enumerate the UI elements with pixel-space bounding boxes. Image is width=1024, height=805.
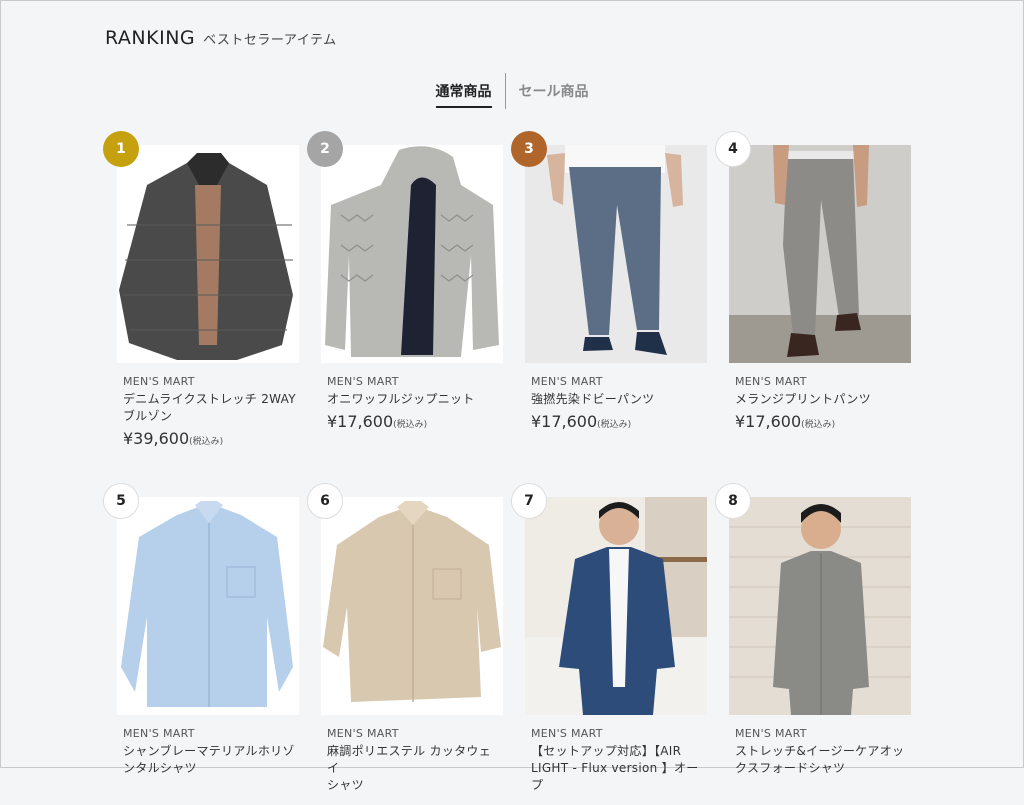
product-card[interactable]: 7 MEN'S MART 【セットアップ対応】【AIR LIGHT - Flux…: [511, 483, 707, 805]
product-brand: MEN'S MART: [735, 375, 807, 388]
product-brand: MEN'S MART: [123, 727, 195, 740]
page-title: RANKING: [105, 27, 196, 49]
product-name-line: オニワッフルジップニット: [327, 392, 475, 406]
tax-note: (税込み): [801, 420, 836, 430]
price-value: ¥39,600: [123, 429, 190, 448]
product-name-line: ストレッチ&イージーケアオッ: [735, 744, 905, 758]
product-brand: MEN'S MART: [123, 375, 195, 388]
product-name[interactable]: メランジプリントパンツ: [735, 391, 911, 408]
ranking-header: RANKING ベストセラーアイテム: [105, 27, 337, 49]
product-image[interactable]: [321, 145, 503, 363]
product-price: ¥17,600(税込み): [735, 412, 911, 431]
product-name[interactable]: デニムライクストレッチ 2WAY ブルゾン: [123, 391, 299, 425]
product-name-line: シャンブレーマテリアルホリゾ: [123, 744, 295, 758]
product-name[interactable]: 【セットアップ対応】【AIR LIGHT - Flux version 】オープ: [531, 743, 707, 794]
product-image[interactable]: [117, 497, 299, 715]
product-grid: 1 MEN'S MART デニムライクストレッチ 2WAY ブルゾン ¥39,6…: [103, 131, 911, 805]
page-subtitle: ベストセラーアイテム: [203, 33, 337, 48]
product-image[interactable]: [729, 145, 911, 363]
product-image[interactable]: [525, 497, 707, 715]
product-name-line: シャツ: [327, 778, 364, 792]
product-name-line: デニムライクストレッチ 2WAY: [123, 392, 296, 406]
product-name[interactable]: 麻調ポリエステル カッタウェイ シャツ: [327, 743, 503, 794]
product-name-line: メランジプリントパンツ: [735, 392, 871, 406]
product-price: ¥17,600(税込み): [327, 412, 503, 431]
product-brand: MEN'S MART: [735, 727, 807, 740]
product-price: ¥39,600(税込み): [123, 429, 299, 448]
tab-sale-items[interactable]: セール商品: [506, 74, 602, 108]
product-name-line: ブルゾン: [123, 409, 173, 423]
product-name-line: 強撚先染ドビーパンツ: [531, 392, 655, 406]
tax-note: (税込み): [597, 420, 632, 430]
price-value: ¥17,600: [531, 412, 598, 431]
product-card[interactable]: 4 MEN'S MART メランジプリントパンツ ¥17,600(税込み): [715, 131, 911, 453]
product-name-line: 麻調ポリエステル カッタウェイ: [327, 744, 492, 775]
product-card[interactable]: 8 MEN'S MART ストレッチ&イージーケアオッ クスフォードシャツ: [715, 483, 911, 805]
product-card[interactable]: 3 MEN'S MART 強撚先染ドビーパンツ ¥17,600(税込み): [511, 131, 707, 453]
product-image[interactable]: [525, 145, 707, 363]
rank-badge: 6: [307, 483, 343, 519]
rank-badge: 1: [103, 131, 139, 167]
ranking-tabs: 通常商品 セール商品: [1, 73, 1023, 109]
tab-regular-items[interactable]: 通常商品: [423, 74, 505, 108]
product-name-line: LIGHT - Flux version 】オープ: [531, 761, 699, 792]
rank-badge: 8: [715, 483, 751, 519]
product-card[interactable]: 6 MEN'S MART 麻調ポリエステル カッタウェイ シャツ: [307, 483, 503, 805]
product-name-line: クスフォードシャツ: [735, 761, 846, 775]
product-price: ¥17,600(税込み): [531, 412, 707, 431]
product-name-line: ンタルシャツ: [123, 761, 197, 775]
rank-badge: 5: [103, 483, 139, 519]
product-card[interactable]: 2 MEN'S MART オニワッフルジップニット ¥17,600(税込み): [307, 131, 503, 453]
product-brand: MEN'S MART: [327, 727, 399, 740]
tax-note: (税込み): [393, 420, 428, 430]
product-card[interactable]: 1 MEN'S MART デニムライクストレッチ 2WAY ブルゾン ¥39,6…: [103, 131, 299, 453]
product-name[interactable]: ストレッチ&イージーケアオッ クスフォードシャツ: [735, 743, 911, 777]
product-name[interactable]: オニワッフルジップニット: [327, 391, 503, 408]
product-brand: MEN'S MART: [327, 375, 399, 388]
rank-badge: 2: [307, 131, 343, 167]
product-image[interactable]: [117, 145, 299, 363]
price-value: ¥17,600: [735, 412, 802, 431]
rank-badge: 7: [511, 483, 547, 519]
product-name[interactable]: シャンブレーマテリアルホリゾ ンタルシャツ: [123, 743, 299, 777]
rank-badge: 4: [715, 131, 751, 167]
product-brand: MEN'S MART: [531, 375, 603, 388]
price-value: ¥17,600: [327, 412, 394, 431]
product-card[interactable]: 5 MEN'S MART シャンブレーマテリアルホリゾ ンタルシャツ: [103, 483, 299, 805]
tax-note: (税込み): [189, 437, 224, 447]
rank-badge: 3: [511, 131, 547, 167]
product-image[interactable]: [729, 497, 911, 715]
product-brand: MEN'S MART: [531, 727, 603, 740]
product-name[interactable]: 強撚先染ドビーパンツ: [531, 391, 707, 408]
product-name-line: 【セットアップ対応】【AIR: [531, 744, 682, 758]
product-image[interactable]: [321, 497, 503, 715]
